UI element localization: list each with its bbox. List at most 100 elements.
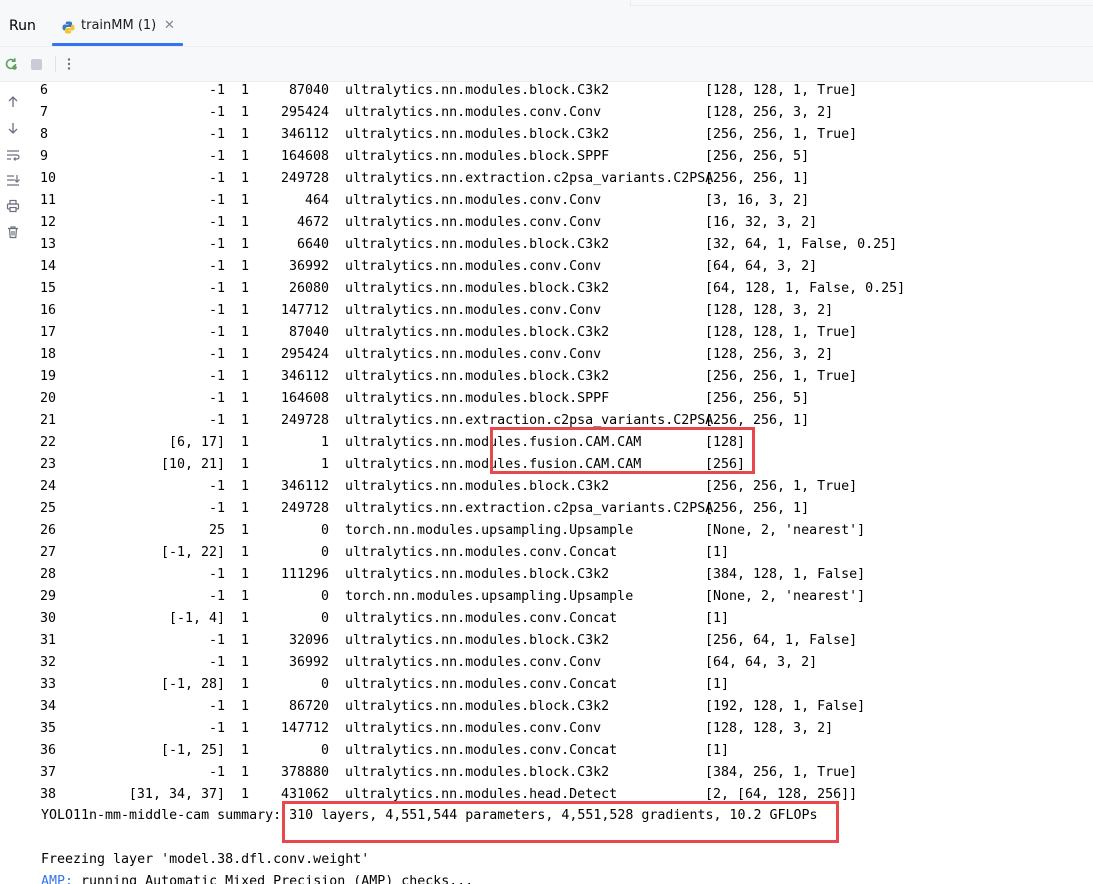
layer-from: 25 (208, 523, 225, 538)
scroll-to-end-icon (7, 175, 20, 186)
layer-module: ultralytics.nn.modules.block.C3k2 (345, 325, 610, 340)
layer-arguments: [256, 256, 1, True] (705, 479, 858, 494)
close-icon[interactable]: ✕ (164, 18, 175, 33)
layer-from: -1 (208, 633, 225, 648)
layer-from: -1 (208, 347, 225, 362)
layer-from: -1 (208, 237, 225, 252)
layer-arguments: [256, 256, 1] (705, 171, 810, 186)
table-row: 13 -1 1 6640 ultralytics.nn.modules.block.C3… (28, 234, 1093, 256)
layer-index: 8 (40, 127, 49, 142)
layer-arguments: [1] (705, 743, 730, 758)
layer-arguments: [256, 256, 1] (705, 501, 810, 516)
layer-n: 1 (240, 479, 249, 494)
layer-params: 26080 (288, 281, 329, 296)
table-row: 11 -1 1 464 ultralytics.nn.modules.conv.Conv… (28, 190, 1093, 212)
soft-wrap-button[interactable] (5, 147, 21, 163)
layer-n: 1 (240, 589, 249, 604)
layer-index: 10 (40, 171, 57, 186)
table-row: 34 -1 1 86720 ultralytics.nn.modules.block.C… (28, 696, 1093, 718)
clear-all-button[interactable] (5, 224, 21, 240)
layer-params: 0 (320, 589, 329, 604)
arrow-up-icon (8, 96, 18, 107)
layer-from: [-1, 25] (160, 743, 225, 758)
layer-n: 1 (240, 369, 249, 384)
layer-index: 18 (40, 347, 57, 362)
layer-index: 11 (40, 193, 57, 208)
layer-arguments: [256, 256, 1, True] (705, 369, 858, 384)
layer-module: ultralytics.nn.modules.block.C3k2 (345, 369, 610, 384)
table-row: 16 -1 1 147712 ultralytics.nn.modules.conv.C… (28, 300, 1093, 322)
layer-module: ultralytics.nn.modules.conv.Conv (345, 105, 602, 120)
table-row: 35 -1 1 147712 ultralytics.nn.modules.conv.C… (28, 718, 1093, 740)
layer-from: -1 (208, 215, 225, 230)
layer-from: -1 (208, 479, 225, 494)
python-icon (62, 19, 75, 34)
layer-params: 346112 (280, 127, 329, 142)
layer-index: 20 (40, 391, 57, 406)
table-row: 18 -1 1 295424 ultralytics.nn.modules.conv.C… (28, 344, 1093, 366)
table-row: 32 -1 1 36992 ultralytics.nn.modules.conv.Co… (28, 652, 1093, 674)
layer-arguments: [256, 256, 5] (705, 149, 810, 164)
table-row: 30 [-1, 4] 1 0 ultralytics.nn.modules.conv.C… (28, 608, 1093, 630)
layer-from: [-1, 28] (160, 677, 225, 692)
layer-params: 249728 (280, 501, 329, 516)
layer-arguments: [128, 256, 3, 2] (705, 347, 834, 362)
layer-module: ultralytics.nn.modules.conv.Conv (345, 655, 602, 670)
layer-params: 6640 (296, 237, 329, 252)
layer-arguments: [1] (705, 545, 730, 560)
layer-index: 31 (40, 633, 57, 648)
layer-params: 1 (320, 457, 329, 472)
scroll-to-end-button[interactable] (5, 172, 21, 188)
layer-n: 1 (240, 413, 249, 428)
layer-module: ultralytics.nn.modules.block.C3k2 (345, 237, 610, 252)
layer-index: 33 (40, 677, 57, 692)
table-row: 15 -1 1 26080 ultralytics.nn.modules.block.C… (28, 278, 1093, 300)
amp-line: AMP: running Automatic Mixed Precision (… (41, 871, 473, 884)
layer-from: [-1, 22] (160, 545, 225, 560)
layer-params: 1 (320, 435, 329, 450)
layer-from: -1 (208, 567, 225, 582)
table-row: 20 -1 1 164608 ultralytics.nn.modules.block.… (28, 388, 1093, 410)
layer-module: ultralytics.nn.modules.block.C3k2 (345, 281, 610, 296)
layer-arguments: [64, 64, 3, 2] (705, 259, 818, 274)
layer-params: 346112 (280, 369, 329, 384)
layer-index: 19 (40, 369, 57, 384)
layer-params: 249728 (280, 171, 329, 186)
layer-n: 1 (240, 391, 249, 406)
stop-button[interactable] (27, 55, 45, 73)
layer-arguments: [256, 256, 5] (705, 391, 810, 406)
layer-index: 21 (40, 413, 57, 428)
tool-window-title: Run (9, 18, 36, 34)
layer-params: 0 (320, 677, 329, 692)
layer-module: torch.nn.modules.upsampling.Upsample (345, 589, 634, 604)
layer-n: 1 (240, 237, 249, 252)
layer-from: -1 (208, 105, 225, 120)
tab-trainmm[interactable]: trainMM (1) ✕ (52, 9, 183, 46)
table-row: 25 -1 1 249728 ultralytics.nn.extraction.c2p… (28, 498, 1093, 520)
layer-module: ultralytics.nn.modules.conv.Concat (345, 545, 618, 560)
layer-arguments: [384, 256, 1, True] (705, 765, 858, 780)
scroll-up-button[interactable] (5, 94, 21, 110)
more-options-button[interactable] (60, 55, 78, 73)
layer-index: 24 (40, 479, 57, 494)
scroll-down-button[interactable] (5, 120, 21, 136)
rerun-button[interactable] (2, 55, 20, 73)
layer-from: -1 (208, 655, 225, 670)
console-output[interactable]: 6 -1 1 87040 ultralytics.nn.modules.block.C3… (28, 82, 1093, 884)
layer-module: ultralytics.nn.modules.conv.Conv (345, 303, 602, 318)
table-row: 14 -1 1 36992 ultralytics.nn.modules.conv.Co… (28, 256, 1093, 278)
layer-module: ultralytics.nn.modules.conv.Conv (345, 347, 602, 362)
layer-n: 1 (240, 677, 249, 692)
layer-index: 27 (40, 545, 57, 560)
layer-index: 23 (40, 457, 57, 472)
layer-from: [-1, 4] (168, 611, 225, 626)
layer-params: 164608 (280, 391, 329, 406)
layer-n: 1 (240, 721, 249, 736)
summary-highlight-box (282, 801, 839, 843)
table-row: 8 -1 1 346112 ultralytics.nn.modules.block.C… (28, 124, 1093, 146)
layer-arguments: [None, 2, 'nearest'] (705, 589, 866, 604)
layer-params: 249728 (280, 413, 329, 428)
layer-arguments: [256, 256, 1, True] (705, 127, 858, 142)
print-button[interactable] (5, 198, 21, 214)
layer-params: 378880 (280, 765, 329, 780)
